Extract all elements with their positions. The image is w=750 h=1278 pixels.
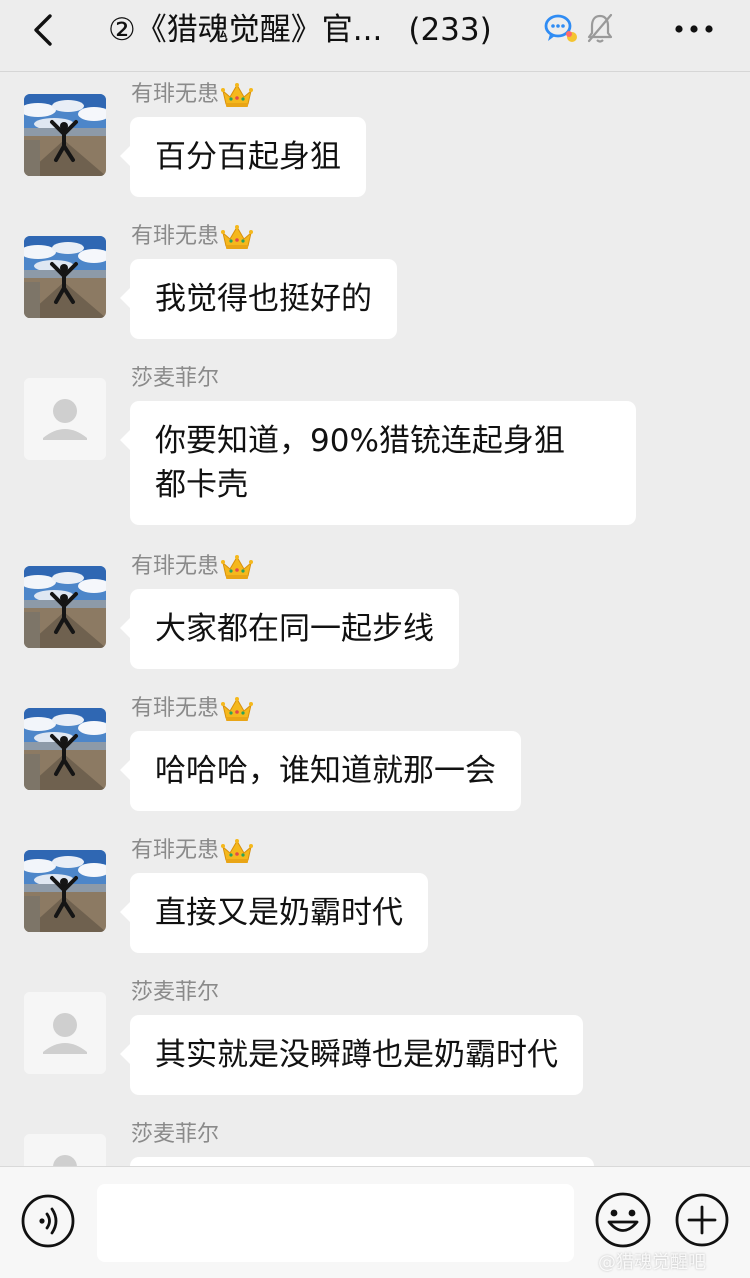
crown-icon bbox=[221, 696, 253, 722]
message-bubble[interactable]: 百分百起身狙 bbox=[120, 117, 366, 197]
message-text: 其实就是没瞬蹲也是奶霸时代 bbox=[155, 1037, 558, 1073]
crown-icon bbox=[221, 838, 253, 864]
voice-icon bbox=[21, 1194, 75, 1248]
chat-title[interactable]: ②《猎魂觉醒》官... (233) bbox=[108, 8, 492, 52]
message-bubble[interactable]: 大家都在同一起步线 bbox=[120, 589, 459, 669]
chat-header: ②《猎魂觉醒》官... (233) bbox=[0, 0, 750, 72]
emoji-button[interactable] bbox=[594, 1191, 652, 1249]
message-text: 直接又是奶霸时代 bbox=[155, 895, 403, 931]
sender-name: 有琲无患 bbox=[131, 554, 220, 579]
message-bubble[interactable]: 直接又是奶霸时代 bbox=[120, 873, 428, 953]
sender-name-row: 有琲无患 bbox=[131, 80, 253, 110]
avatar[interactable] bbox=[24, 566, 106, 648]
sender-name: 有琲无患 bbox=[131, 224, 220, 249]
default-user-avatar-icon bbox=[24, 992, 106, 1074]
avatar[interactable] bbox=[24, 378, 106, 460]
avatar[interactable] bbox=[24, 992, 106, 1074]
message-bubble[interactable]: 我觉得也挺好的 bbox=[120, 259, 397, 339]
avatar-photo bbox=[24, 94, 106, 176]
avatar[interactable] bbox=[24, 94, 106, 176]
avatar-photo bbox=[24, 708, 106, 790]
sender-name-row: 有琲无患 bbox=[131, 836, 253, 866]
message-input[interactable] bbox=[97, 1184, 574, 1262]
sender-name: 莎麦菲尔 bbox=[131, 980, 220, 1005]
voice-button[interactable] bbox=[20, 1193, 76, 1249]
avatar-photo bbox=[24, 566, 106, 648]
title-ellipsis: ... bbox=[352, 12, 383, 48]
emoji-smile-icon bbox=[595, 1192, 651, 1248]
sender-name: 莎麦菲尔 bbox=[131, 366, 220, 391]
sender-name-row: 莎麦菲尔 bbox=[131, 978, 219, 1008]
crown-icon bbox=[221, 554, 253, 580]
sender-name-row: 有琲无患 bbox=[131, 552, 253, 582]
sender-name-row: 有琲无患 bbox=[131, 694, 253, 724]
avatar-photo bbox=[24, 236, 106, 318]
more-dots-icon bbox=[675, 25, 713, 33]
sender-name-row: 有琲无患 bbox=[131, 222, 253, 252]
sender-name: 有琲无患 bbox=[131, 696, 220, 721]
default-user-avatar-icon bbox=[24, 378, 106, 460]
sender-name-row: 莎麦菲尔 bbox=[131, 364, 219, 394]
message-bubble[interactable]: 其实就是没瞬蹲也是奶霸时代 bbox=[120, 1015, 583, 1095]
sender-name-row: 莎麦菲尔 bbox=[131, 1120, 219, 1150]
sender-name: 莎麦菲尔 bbox=[131, 1122, 220, 1147]
avatar[interactable] bbox=[24, 850, 106, 932]
sender-name: 有琲无患 bbox=[131, 838, 220, 863]
bell-muted-icon[interactable] bbox=[586, 12, 614, 44]
group-chat-icon[interactable] bbox=[543, 12, 579, 46]
chevron-left-icon bbox=[34, 14, 52, 46]
message-text-line: 你要知道，90%猎铳连起身狙 bbox=[155, 423, 565, 459]
crown-icon bbox=[221, 224, 253, 250]
message-text-line: 都卡壳 bbox=[155, 467, 248, 503]
message-text: 哈哈哈，谁知道就那一会 bbox=[155, 753, 496, 789]
crown-icon bbox=[221, 82, 253, 108]
back-button[interactable] bbox=[24, 10, 64, 50]
member-count: (233) bbox=[408, 12, 492, 48]
avatar-photo bbox=[24, 850, 106, 932]
message-text: 百分百起身狙 bbox=[155, 139, 341, 175]
avatar[interactable] bbox=[24, 708, 106, 790]
group-name: ②《猎魂觉醒》官 bbox=[108, 12, 353, 48]
more-functions-button[interactable] bbox=[674, 1191, 730, 1249]
message-text: 我觉得也挺好的 bbox=[155, 281, 372, 317]
message-bubble[interactable]: 哈哈哈，谁知道就那一会 bbox=[120, 731, 521, 811]
avatar[interactable] bbox=[24, 236, 106, 318]
message-text: 大家都在同一起步线 bbox=[155, 611, 434, 647]
more-button[interactable] bbox=[670, 12, 720, 46]
plus-circle-icon bbox=[675, 1193, 729, 1247]
sender-name: 有琲无患 bbox=[131, 82, 220, 107]
message-bubble[interactable]: 你要知道，90%猎铳连起身狙 都卡壳 bbox=[120, 401, 636, 525]
watermark: @猎魂觉醒吧 bbox=[598, 1252, 706, 1273]
